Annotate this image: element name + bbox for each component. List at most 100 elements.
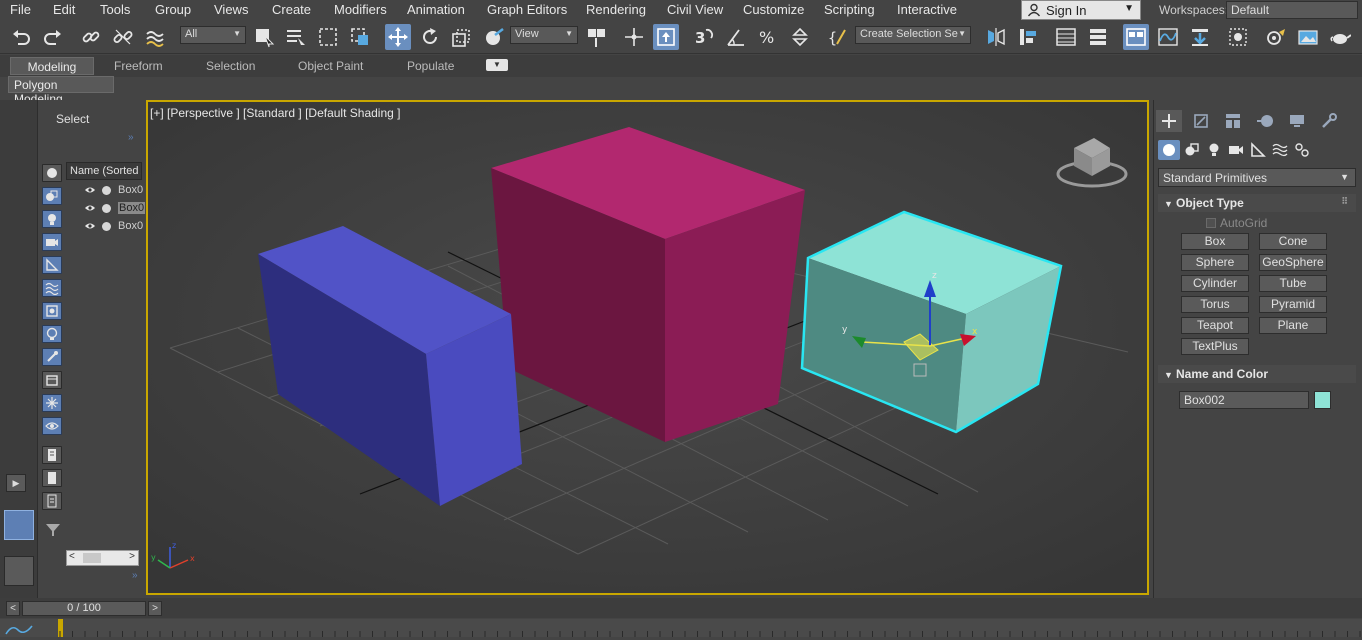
tab-motion[interactable] <box>1252 110 1278 132</box>
redo-button[interactable] <box>40 24 66 50</box>
explorer-horizontal-scrollbar[interactable]: < > <box>66 550 139 566</box>
explorer-name-column-header[interactable]: Name (Sorted A <box>66 162 142 180</box>
select-by-name-button[interactable] <box>283 24 309 50</box>
next-frame-button[interactable]: > <box>148 601 162 616</box>
category-geometry-button[interactable] <box>1158 140 1180 160</box>
expand-icon[interactable]: » <box>132 570 138 581</box>
tab-create[interactable] <box>1156 110 1182 132</box>
select-object-button[interactable] <box>251 24 277 50</box>
scroll-right-icon[interactable]: > <box>129 551 135 562</box>
display-hidden-button[interactable] <box>42 417 62 435</box>
menu-views[interactable]: Views <box>214 2 248 17</box>
display-containers-button[interactable] <box>42 371 62 389</box>
previous-frame-button[interactable]: < <box>6 601 20 616</box>
tab-utilities[interactable] <box>1316 110 1342 132</box>
menu-customize[interactable]: Customize <box>743 2 804 17</box>
ribbon-tab-modeling[interactable]: Modeling <box>10 57 94 75</box>
selection-filter-select[interactable]: All ▼ <box>180 26 246 44</box>
display-space-warps-button[interactable] <box>42 279 62 297</box>
create-torus-button[interactable]: Torus <box>1181 296 1249 313</box>
filter-icon[interactable] <box>44 522 62 538</box>
perspective-viewport[interactable]: z x y z x y <box>146 100 1149 595</box>
object-category-select[interactable]: Standard Primitives ▼ <box>1158 168 1356 187</box>
menu-create[interactable]: Create <box>272 2 311 17</box>
bind-space-warp-button[interactable] <box>142 24 168 50</box>
scene-explorer-toggle-button[interactable] <box>1053 24 1079 50</box>
menu-animation[interactable]: Animation <box>407 2 465 17</box>
named-selection-set-select[interactable]: Create Selection Se ▼ <box>855 26 971 44</box>
window-crossing-button[interactable] <box>347 24 373 50</box>
freeze-dot-icon[interactable] <box>102 186 111 195</box>
expand-layout-icon[interactable]: ▶ <box>6 474 26 492</box>
curve-editor-mini-icon[interactable] <box>4 622 34 636</box>
render-setup-button[interactable] <box>1263 24 1289 50</box>
toggle-ribbon-button[interactable] <box>1123 24 1149 50</box>
region-select-button[interactable] <box>315 24 341 50</box>
keyboard-shortcut-override-button[interactable] <box>653 24 679 50</box>
object-type-rollout-header[interactable]: ▼ Object Type ⠿ <box>1158 194 1356 212</box>
select-none-button[interactable] <box>42 469 62 487</box>
create-cone-button[interactable]: Cone <box>1259 233 1327 250</box>
select-all-button[interactable] <box>42 446 62 464</box>
display-frozen-button[interactable] <box>42 394 62 412</box>
pivot-center-button[interactable] <box>583 24 609 50</box>
menu-file[interactable]: File <box>10 2 31 17</box>
scroll-thumb[interactable] <box>83 553 101 563</box>
menu-group[interactable]: Group <box>155 2 191 17</box>
ribbon-options-icon[interactable]: ▼ <box>486 59 508 71</box>
render-production-button[interactable] <box>1327 24 1353 50</box>
eye-icon[interactable] <box>84 202 96 214</box>
select-and-scale-button[interactable] <box>449 24 475 50</box>
display-bones-button[interactable] <box>42 348 62 366</box>
tab-display[interactable] <box>1284 110 1310 132</box>
freeze-dot-icon[interactable] <box>102 222 111 231</box>
create-box-button[interactable]: Box <box>1181 233 1249 250</box>
schematic-view-button[interactable] <box>1187 24 1213 50</box>
menu-tools[interactable]: Tools <box>100 2 130 17</box>
explorer-row[interactable]: Box0 <box>76 219 143 235</box>
mirror-button[interactable] <box>983 24 1009 50</box>
autogrid-checkbox[interactable]: AutoGrid <box>1206 216 1267 230</box>
create-sphere-button[interactable]: Sphere <box>1181 254 1249 271</box>
display-groups-button[interactable] <box>42 302 62 320</box>
ribbon-tab-selection[interactable]: Selection <box>202 57 259 75</box>
snaps-toggle-button[interactable]: 3 <box>691 24 717 50</box>
align-button[interactable] <box>1015 24 1041 50</box>
viewport-label-menu[interactable]: [+] [Perspective ] [Standard ] [Default … <box>150 106 400 120</box>
category-systems-button[interactable] <box>1291 140 1313 160</box>
scroll-left-icon[interactable]: < <box>69 551 75 562</box>
select-invert-button[interactable] <box>42 492 62 510</box>
display-lights-button[interactable] <box>42 210 62 228</box>
layout-tab-active[interactable] <box>4 510 34 540</box>
category-space-warps-button[interactable] <box>1269 140 1291 160</box>
create-textplus-button[interactable]: TextPlus <box>1181 338 1249 355</box>
angle-snap-button[interactable] <box>723 24 749 50</box>
display-xrefs-button[interactable] <box>42 325 62 343</box>
category-helpers-button[interactable] <box>1247 140 1269 160</box>
ribbon-tab-populate[interactable]: Populate <box>403 57 458 75</box>
explorer-row[interactable]: Box0 <box>76 183 143 199</box>
unlink-button[interactable] <box>110 24 136 50</box>
select-and-rotate-button[interactable] <box>417 24 443 50</box>
create-geosphere-button[interactable]: GeoSphere <box>1259 254 1327 271</box>
display-cameras-button[interactable] <box>42 233 62 251</box>
freeze-dot-icon[interactable] <box>102 204 111 213</box>
name-and-color-rollout-header[interactable]: ▼ Name and Color <box>1158 365 1356 383</box>
menu-edit[interactable]: Edit <box>53 2 75 17</box>
manipulate-button[interactable] <box>621 24 647 50</box>
create-pyramid-button[interactable]: Pyramid <box>1259 296 1327 313</box>
menu-interactive[interactable]: Interactive <box>897 2 957 17</box>
workspace-select[interactable]: Default <box>1226 1 1358 19</box>
eye-icon[interactable] <box>84 220 96 232</box>
placement-button[interactable] <box>481 24 507 50</box>
menu-modifiers[interactable]: Modifiers <box>334 2 387 17</box>
reference-coordinate-select[interactable]: View ▼ <box>510 26 578 44</box>
material-editor-button[interactable] <box>1225 24 1251 50</box>
explorer-row-selected[interactable]: Box0 <box>76 201 146 217</box>
create-teapot-button[interactable]: Teapot <box>1181 317 1249 334</box>
curve-editor-button[interactable] <box>1155 24 1181 50</box>
spinner-snap-button[interactable] <box>787 24 813 50</box>
tab-hierarchy[interactable] <box>1220 110 1246 132</box>
display-none-button[interactable] <box>42 164 62 182</box>
track-bar[interactable] <box>0 619 1362 637</box>
